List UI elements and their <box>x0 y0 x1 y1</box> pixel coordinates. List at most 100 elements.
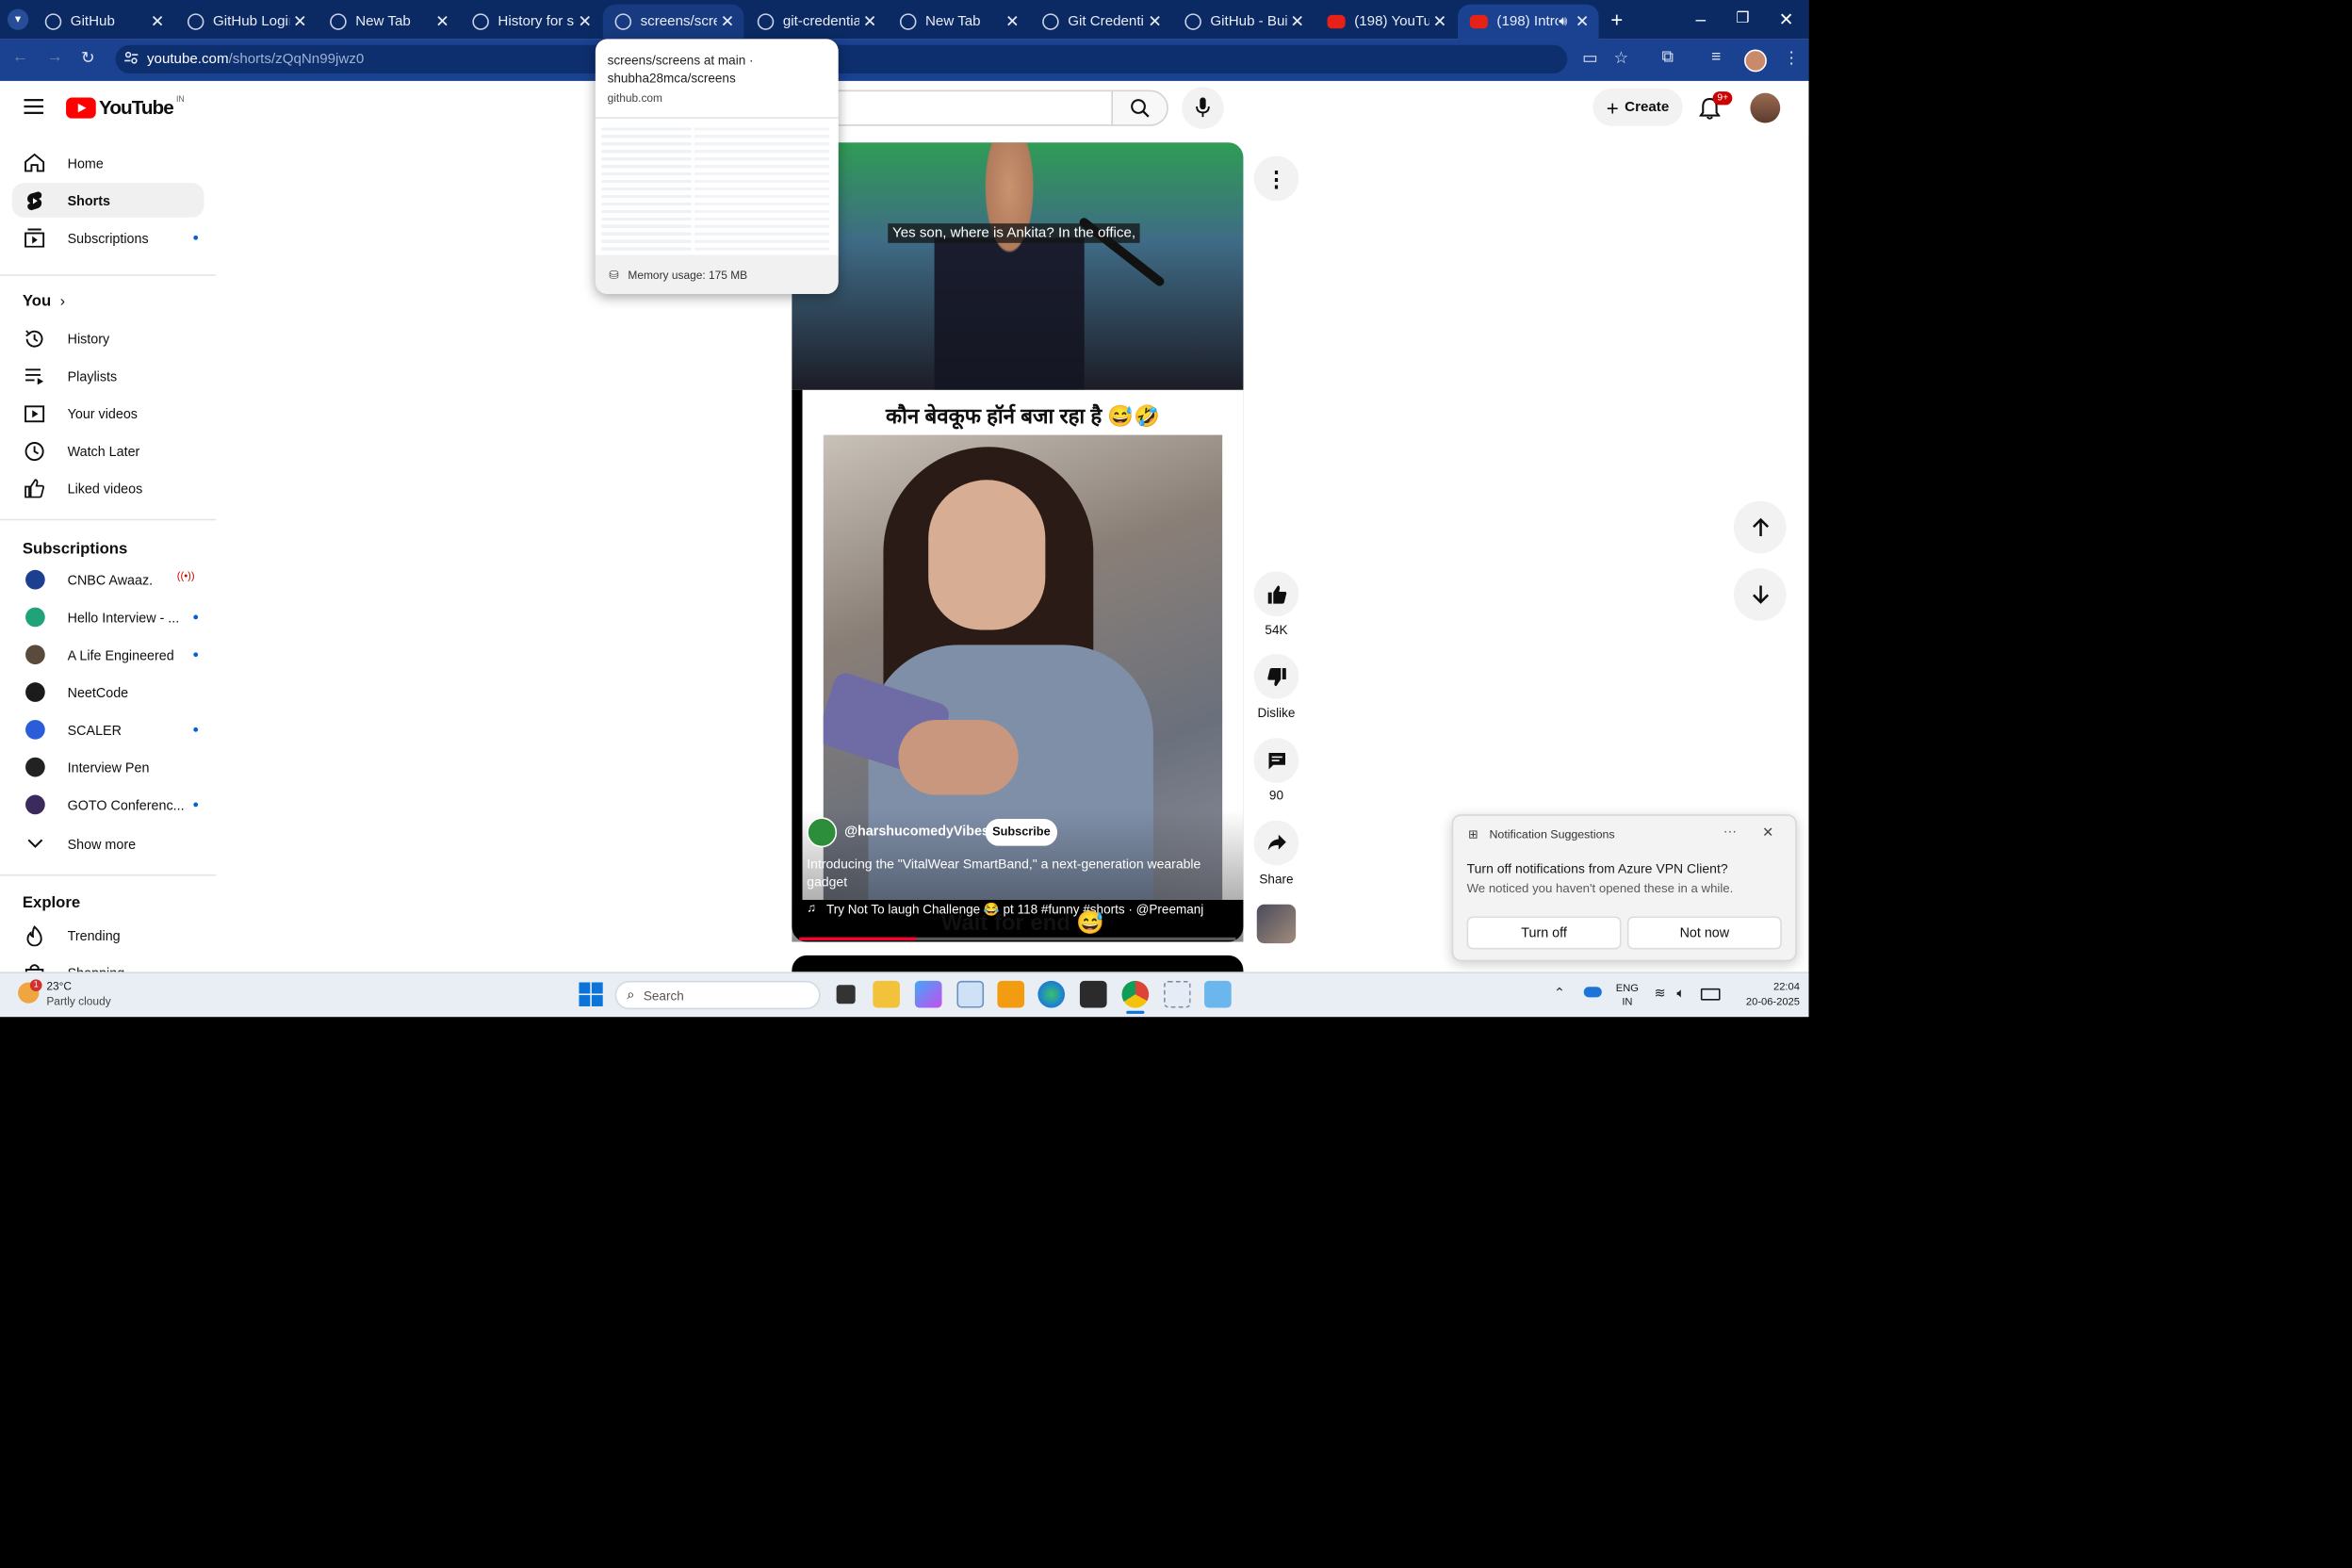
tab-close-icon[interactable]: ✕ <box>575 12 596 31</box>
dislike-button[interactable] <box>1253 653 1299 699</box>
url-text[interactable]: youtube.com/shorts/zQqNn99jwz0 <box>147 51 364 68</box>
channel-name[interactable]: @harshucomedyVibes <box>844 824 989 839</box>
account-avatar[interactable] <box>1750 92 1781 123</box>
bookmark-star-icon[interactable]: ☆ <box>1614 48 1629 68</box>
browser-tab[interactable]: (198) YouTube✕ <box>1315 5 1457 40</box>
start-button[interactable] <box>579 982 603 1006</box>
edge-icon[interactable] <box>1037 980 1066 1008</box>
sidebar-item-your-videos[interactable]: Your videos <box>12 396 204 431</box>
subscription-channel[interactable]: A Life Engineered <box>12 637 204 672</box>
tab-close-icon[interactable]: ✕ <box>1572 12 1592 31</box>
sidebar-item-playlists[interactable]: Playlists <box>12 358 204 393</box>
minimize-button[interactable]: – <box>1680 0 1723 39</box>
browser-tab[interactable]: GitHub - Build✕ <box>1173 5 1315 40</box>
browser-tab[interactable]: History for scre✕ <box>461 5 602 40</box>
media-control-icon[interactable]: ≡ <box>1711 48 1721 66</box>
chrome-icon[interactable] <box>1121 980 1150 1008</box>
short-description[interactable]: Introducing the "VitalWear SmartBand," a… <box>807 855 1227 890</box>
previous-short-video[interactable]: Yes son, where is Ankita? In the office, <box>792 142 1244 390</box>
app-orange-icon[interactable] <box>997 980 1025 1008</box>
browser-tab[interactable]: New Tab ✕ <box>318 5 459 40</box>
subscription-channel[interactable]: SCALER <box>12 712 204 747</box>
show-more-button[interactable]: Show more <box>12 826 204 861</box>
notifications-button[interactable]: 9+ <box>1699 91 1733 124</box>
tab-close-icon[interactable]: ✕ <box>1429 12 1450 31</box>
subscription-channel[interactable]: Hello Interview - ... <box>12 600 204 635</box>
desktop-app-icon[interactable] <box>1204 980 1232 1008</box>
next-short-preview[interactable] <box>792 955 1244 973</box>
tab-close-icon[interactable]: ✕ <box>859 12 880 31</box>
tab-close-icon[interactable]: ✕ <box>432 12 452 31</box>
restore-button[interactable]: ❐ <box>1722 0 1764 39</box>
tab-close-icon[interactable]: ✕ <box>717 12 738 31</box>
notification-close-icon[interactable]: ✕ <box>1762 825 1773 841</box>
tab-close-icon[interactable]: ✕ <box>289 12 310 31</box>
subscription-channel[interactable]: GOTO Conferenc... <box>12 788 204 823</box>
browser-menu-icon[interactable]: ⋮ <box>1783 48 1800 68</box>
notification-more-icon[interactable]: ··· <box>1723 824 1737 839</box>
close-window-button[interactable]: ✕ <box>1765 0 1807 39</box>
browser-tab[interactable]: New Tab ✕ <box>888 5 1029 40</box>
clock[interactable]: 22:04 20-06-2025 <box>1724 981 1800 1011</box>
guide-menu-icon[interactable] <box>24 99 44 114</box>
remix-sound-thumbnail[interactable] <box>1256 904 1297 944</box>
tab-close-icon[interactable]: ✕ <box>1002 12 1022 31</box>
forward-icon[interactable]: → <box>46 48 63 66</box>
browser-tab[interactable]: screens/screen✕ <box>602 4 744 40</box>
browser-tab[interactable]: (198) Introd🔊︎ ✕ <box>1458 4 1599 40</box>
window-app-icon[interactable] <box>956 980 985 1008</box>
sidebar-item-trending[interactable]: Trending <box>12 918 204 953</box>
subscription-channel[interactable]: NeetCode <box>12 675 204 710</box>
browser-tab[interactable]: Git Credential I✕ <box>1030 5 1171 40</box>
taskbar-search-box[interactable]: ⌕ Search <box>614 980 821 1010</box>
tab-close-icon[interactable]: ✕ <box>1287 12 1308 31</box>
install-app-icon[interactable]: ▭ <box>1582 48 1598 68</box>
not-now-button[interactable]: Not now <box>1626 916 1782 950</box>
snipping-tool-icon[interactable] <box>1164 980 1191 1008</box>
file-explorer-icon[interactable] <box>873 980 900 1008</box>
sidebar-item-subscriptions[interactable]: Subscriptions <box>12 220 204 255</box>
comments-button[interactable] <box>1253 738 1299 783</box>
extensions-icon[interactable]: ⧉ <box>1661 48 1674 68</box>
sidebar-item-liked-videos[interactable]: Liked videos <box>12 471 204 506</box>
tab-search-chevron-icon[interactable]: ▾ <box>7 8 29 30</box>
browser-tab[interactable]: git-credential-✕ <box>745 5 887 40</box>
like-button[interactable] <box>1253 571 1299 617</box>
sidebar-item-history[interactable]: History <box>12 321 204 356</box>
create-button[interactable]: + Create <box>1592 88 1683 126</box>
profile-avatar[interactable] <box>1744 49 1767 73</box>
subscription-channel[interactable]: Interview Pen <box>12 750 204 785</box>
search-button[interactable] <box>1111 90 1168 126</box>
tab-close-icon[interactable]: ✕ <box>147 12 168 31</box>
back-icon[interactable]: ← <box>12 48 29 66</box>
battery-icon[interactable] <box>1700 988 1721 1001</box>
tab-close-icon[interactable]: ✕ <box>1144 12 1165 31</box>
channel-avatar[interactable] <box>807 817 838 848</box>
new-tab-button[interactable]: + <box>1605 8 1628 31</box>
youtube-logo[interactable]: YouTube IN <box>66 95 185 119</box>
search-input[interactable] <box>833 90 1113 126</box>
sidebar-item-shorts[interactable]: Shorts <box>11 183 204 218</box>
you-section-heading[interactable]: You › <box>23 292 65 310</box>
wifi-icon[interactable]: ≋ <box>1655 986 1666 1003</box>
volume-icon[interactable]: 🔈︎ <box>1676 986 1685 1003</box>
language-indicator[interactable]: ENG IN <box>1612 982 1642 1009</box>
copilot-icon[interactable] <box>914 980 942 1008</box>
site-info-icon[interactable] <box>124 51 139 64</box>
next-short-button[interactable] <box>1733 568 1787 621</box>
subscribe-button[interactable]: Subscribe <box>985 819 1058 846</box>
terminal-icon[interactable] <box>1079 980 1107 1008</box>
sidebar-item-watch-later[interactable]: Watch Later <box>12 433 204 468</box>
voice-search-button[interactable] <box>1182 87 1224 129</box>
turn-off-button[interactable]: Turn off <box>1466 916 1622 950</box>
previous-short-button[interactable] <box>1733 500 1787 554</box>
tab-audio-icon[interactable]: 🔊︎ <box>1559 13 1567 30</box>
browser-tab[interactable]: GitHub ✕ <box>33 5 174 40</box>
short-more-options-button[interactable]: ⋮ <box>1253 155 1299 202</box>
browser-tab[interactable]: GitHub Login I✕ <box>175 5 317 40</box>
reload-icon[interactable]: ↻ <box>81 48 95 68</box>
weather-widget[interactable]: 1 23°C Partly cloudy <box>15 978 135 1011</box>
task-view-icon[interactable] <box>836 985 856 1004</box>
sidebar-item-home[interactable]: Home <box>12 145 204 180</box>
subscription-channel[interactable]: CNBC Awaaz. ((•)) <box>12 563 204 597</box>
